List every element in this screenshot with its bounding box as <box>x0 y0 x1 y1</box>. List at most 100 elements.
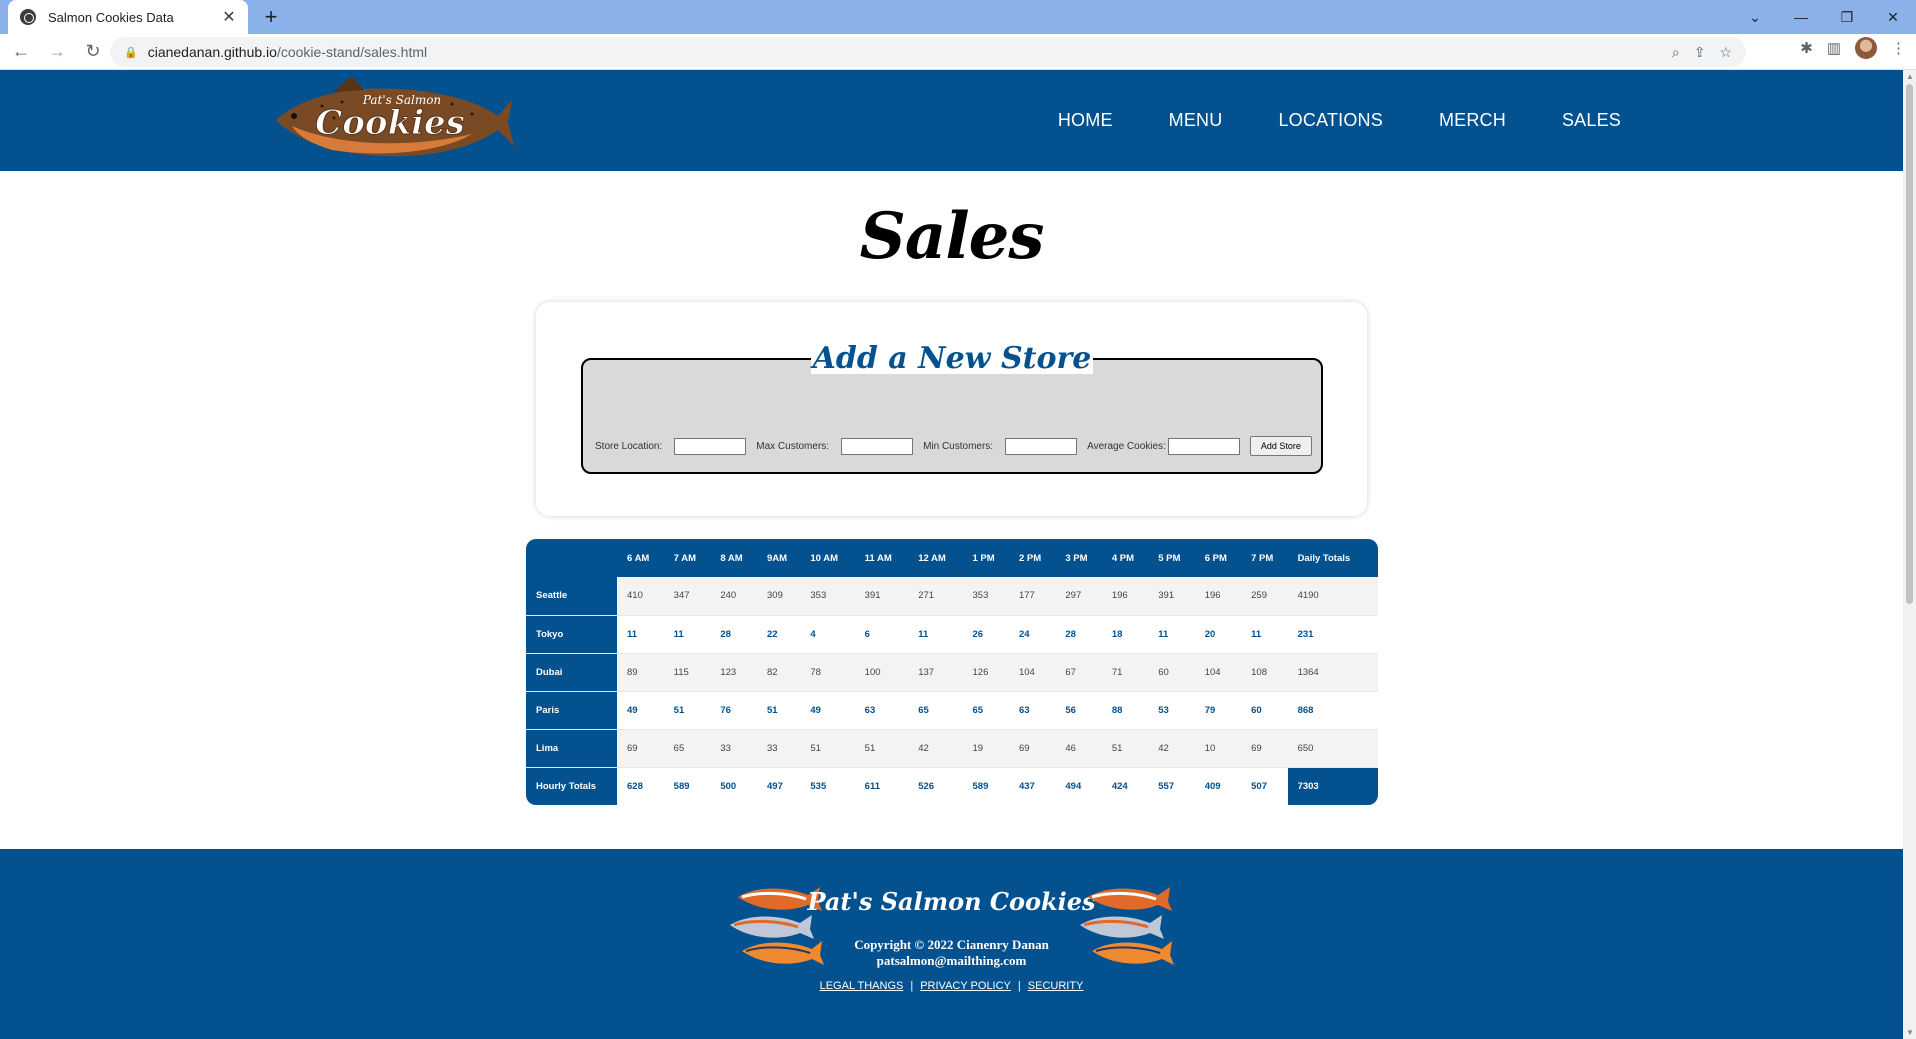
share-icon[interactable]: ⇪ <box>1694 44 1706 61</box>
nav-sales[interactable]: SALES <box>1562 110 1621 131</box>
table-cell: 104 <box>1194 653 1242 691</box>
table-cell: 65 <box>663 729 711 767</box>
table-row: Lima 69 65 33 33 51 51 42 19 69 46 51 42 10 69 650 <box>526 729 1378 767</box>
table-cell: 69 <box>1241 729 1288 767</box>
minimize-icon[interactable]: — <box>1778 0 1824 34</box>
footer-links: LEGAL THANGS | PRIVACY POLICY | SECURITY <box>0 980 1903 992</box>
browser-toolbar: ← → ↻ 🔒 cianedanan.github.io/cookie-stan… <box>0 34 1916 70</box>
table-cell: 20 <box>1194 615 1242 653</box>
address-bar[interactable]: 🔒 cianedanan.github.io/cookie-stand/sale… <box>110 37 1746 67</box>
table-cell: 10 <box>1194 729 1242 767</box>
table-cell: 49 <box>800 691 855 729</box>
average-cookies-label: Average Cookies: <box>1087 440 1166 452</box>
table-cell: 33 <box>757 729 801 767</box>
svg-text:Pat's Salmon: Pat's Salmon <box>362 93 441 107</box>
min-customers-input[interactable] <box>1005 437 1078 455</box>
average-cookies-input[interactable] <box>1167 437 1240 455</box>
table-cell: 104 <box>1008 653 1056 691</box>
table-row: Seattle 410 347 240 309 353 391 271 353 177 297 196… <box>526 577 1378 615</box>
table-cell: 11 <box>663 615 711 653</box>
table-cell: 69 <box>1008 729 1056 767</box>
table-cell: 240 <box>710 577 758 615</box>
table-cell: 65 <box>962 691 1009 729</box>
table-cell: 271 <box>908 577 963 615</box>
profile-avatar[interactable] <box>1855 37 1877 59</box>
column-header: 9AM <box>757 539 801 577</box>
table-cell: 19 <box>962 729 1009 767</box>
forward-icon[interactable]: → <box>42 37 72 67</box>
privacy-policy-link[interactable]: PRIVACY POLICY <box>920 980 1011 992</box>
table-cell: 51 <box>1101 729 1149 767</box>
table-cell: 71 <box>1101 653 1149 691</box>
max-customers-input[interactable] <box>841 437 914 455</box>
table-cell: 115 <box>663 653 711 691</box>
table-cell: 63 <box>854 691 909 729</box>
new-tab-icon[interactable]: + <box>258 4 284 30</box>
table-cell: 89 <box>617 653 664 691</box>
nav-menu[interactable]: MENU <box>1169 110 1223 131</box>
legal-link[interactable]: LEGAL THANGS <box>820 980 904 992</box>
close-window-icon[interactable]: ✕ <box>1870 0 1916 34</box>
table-cell: 26 <box>962 615 1009 653</box>
site-header: Cookies Pat's Salmon HOME MENU LOCATIONS… <box>0 70 1903 171</box>
page-scrollbar[interactable]: ▲ ▼ <box>1903 70 1916 1039</box>
tab-search-icon[interactable]: ⌄ <box>1732 0 1778 34</box>
table-row: Tokyo 11 11 28 22 4 6 11 26 24 28 18 11 20 11 231 <box>526 615 1378 653</box>
scroll-down-icon[interactable]: ▼ <box>1906 1028 1914 1037</box>
side-panel-icon[interactable]: ▥ <box>1827 39 1841 57</box>
table-cell: 4190 <box>1287 577 1378 615</box>
extensions-icon[interactable]: ✱ <box>1800 39 1813 57</box>
hourly-total-cell: 494 <box>1055 767 1102 805</box>
footer-contact: Copyright © 2022 Cianenry Danan patsalmo… <box>0 937 1903 969</box>
tab-title: Salmon Cookies Data <box>48 9 174 25</box>
menu-kebab-icon[interactable]: ⋮ <box>1891 39 1906 57</box>
hourly-total-cell: 409 <box>1194 767 1242 805</box>
restore-icon[interactable]: ❐ <box>1824 0 1870 34</box>
reload-icon[interactable]: ↻ <box>78 37 108 67</box>
table-cell: 137 <box>908 653 963 691</box>
scrollbar-thumb[interactable] <box>1906 84 1913 604</box>
link-separator: | <box>1017 980 1021 992</box>
table-cell: 28 <box>710 615 758 653</box>
back-icon[interactable]: ← <box>6 37 36 67</box>
add-store-button[interactable]: Add Store <box>1249 436 1312 456</box>
page-viewport: Cookies Pat's Salmon HOME MENU LOCATIONS… <box>0 70 1903 1039</box>
scroll-up-icon[interactable]: ▲ <box>1906 72 1914 81</box>
table-cell: 60 <box>1241 691 1288 729</box>
browser-tab[interactable]: Salmon Cookies Data ✕ <box>8 0 248 34</box>
sales-table-wrapper: 6 AM 7 AM 8 AM 9AM 10 AM 11 AM 12 AM 1 PM 2 PM 3 … <box>526 539 1378 805</box>
table-cell: 63 <box>1008 691 1056 729</box>
hourly-total-cell: 589 <box>962 767 1009 805</box>
table-cell: 4 <box>800 615 855 653</box>
zoom-icon[interactable]: ⌕ <box>1672 44 1680 61</box>
table-cell: 24 <box>1008 615 1056 653</box>
nav-home[interactable]: HOME <box>1058 110 1113 131</box>
table-header-row: 6 AM 7 AM 8 AM 9AM 10 AM 11 AM 12 AM 1 PM 2 PM 3 … <box>526 539 1378 577</box>
main-nav: HOME MENU LOCATIONS MERCH SALES <box>1058 70 1621 171</box>
column-header: 12 AM <box>908 539 963 577</box>
hourly-total-cell: 500 <box>710 767 758 805</box>
table-cell: 177 <box>1008 577 1056 615</box>
table-cell: 82 <box>757 653 801 691</box>
close-tab-icon[interactable]: ✕ <box>220 7 238 27</box>
hourly-total-cell: 497 <box>757 767 801 805</box>
salmon-cookies-logo[interactable]: Cookies Pat's Salmon <box>272 74 514 166</box>
bookmark-star-icon[interactable]: ☆ <box>1719 44 1732 61</box>
table-cell: 69 <box>617 729 664 767</box>
nav-locations[interactable]: LOCATIONS <box>1278 110 1382 131</box>
table-cell: 6 <box>854 615 909 653</box>
grand-total-cell: 7303 <box>1287 767 1378 805</box>
row-header: Seattle <box>526 577 617 615</box>
table-cell: 259 <box>1241 577 1288 615</box>
table-cell: 42 <box>908 729 963 767</box>
column-header: 2 PM <box>1008 539 1056 577</box>
nav-merch[interactable]: MERCH <box>1439 110 1506 131</box>
table-cell: 51 <box>757 691 801 729</box>
browser-tab-strip: Salmon Cookies Data ✕ + ⌄ — ❐ ✕ <box>0 0 1916 34</box>
column-header: 4 PM <box>1101 539 1149 577</box>
link-separator: | <box>910 980 914 992</box>
table-cell: 1364 <box>1287 653 1378 691</box>
store-location-input[interactable] <box>674 437 747 455</box>
security-link[interactable]: SECURITY <box>1028 980 1084 992</box>
table-cell: 650 <box>1287 729 1378 767</box>
